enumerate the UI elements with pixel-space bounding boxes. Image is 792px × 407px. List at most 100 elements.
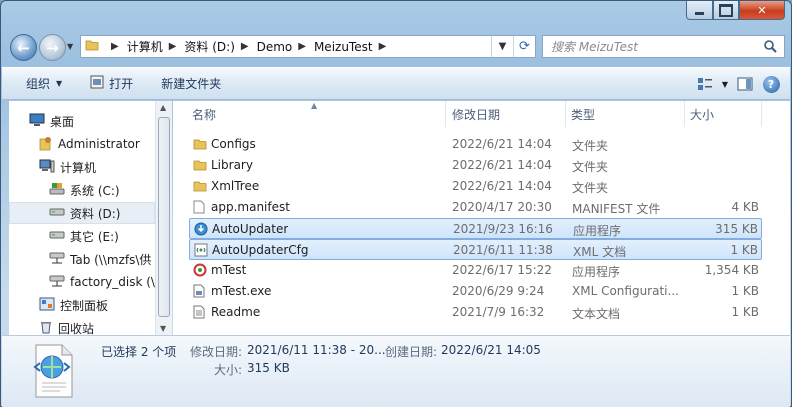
view-dropdown-icon[interactable]: ▼ [718, 73, 732, 95]
minimize-button[interactable] [686, 1, 713, 20]
xml-file-icon [194, 243, 208, 260]
nav-item-network-factory[interactable]: factory_disk (\\ [9, 271, 155, 293]
new-folder-button[interactable]: 新建文件夹 [153, 72, 229, 96]
sort-ascending-icon: ▲ [311, 101, 318, 110]
file-icon [193, 200, 205, 217]
file-row-app-manifest[interactable]: app.manifest 2020/4/17 20:30 MANIFEST 文件… [189, 197, 762, 218]
chevron-down-icon: ▼ [56, 79, 63, 88]
nav-item-drive-c[interactable]: 系统 (C:) [9, 179, 155, 201]
nav-item-label: 其它 (E:) [70, 229, 119, 244]
breadcrumb-separator[interactable]: ▶ [241, 41, 249, 52]
nav-item-administrator[interactable]: Administrator [9, 133, 155, 155]
scroll-down-icon[interactable]: ▼ [160, 324, 166, 333]
nav-item-desktop[interactable]: 桌面 [9, 110, 155, 132]
preview-pane-icon[interactable] [732, 73, 758, 95]
file-date: 2022/6/17 15:22 [452, 263, 552, 277]
nav-item-label: factory_disk (\\ [70, 275, 155, 289]
file-row-autoupdater[interactable]: AutoUpdater 2021/9/23 16:16 应用程序 315 KB [189, 218, 762, 239]
back-button[interactable]: ← [10, 34, 37, 61]
breadcrumb-demo[interactable]: Demo [257, 40, 293, 54]
nav-item-label: 计算机 [60, 160, 97, 175]
organize-label: 组织 [26, 77, 51, 91]
file-type: 文件夹 [572, 160, 609, 174]
address-bar[interactable]: ▶ 计算机 ▶ 资料 (D:) ▶ Demo ▶ MeizuTest ▶ ▼ ⟳ [80, 35, 536, 58]
file-name: mTest [211, 263, 247, 277]
recent-pages-dropdown[interactable]: ▼ [67, 42, 73, 51]
app-icon [193, 263, 207, 280]
nav-item-computer[interactable]: 计算机 [9, 156, 155, 178]
column-header-label: 类型 [571, 107, 596, 122]
desktop-icon [29, 113, 45, 130]
search-input[interactable]: 搜索 MeizuTest [542, 35, 785, 58]
organize-menu[interactable]: 组织 ▼ [18, 72, 70, 96]
file-date: 2021/6/11 11:38 [453, 243, 553, 257]
column-header-date[interactable]: 修改日期 [448, 101, 566, 127]
file-row-mtest-exe[interactable]: mTest.exe 2020/6/29 9:24 XML Configurati… [189, 281, 762, 302]
breadcrumb-meizutest[interactable]: MeizuTest [314, 40, 373, 54]
help-button[interactable]: ? [758, 73, 784, 95]
breadcrumb-separator[interactable]: ▶ [298, 41, 306, 52]
explorer-window: ✕ ← → ▼ ▶ 计算机 ▶ 资料 (D:) ▶ Demo ▶ MeizuTe… [0, 0, 792, 407]
file-type: XML Configurati... [572, 284, 679, 298]
nav-item-label: 桌面 [50, 114, 75, 129]
caption-buttons: ✕ [686, 1, 785, 20]
file-type: 文件夹 [572, 181, 609, 195]
folder-icon [85, 38, 99, 55]
nav-item-drive-d[interactable]: 资料 (D:) [9, 202, 155, 224]
file-size: 1 KB [731, 284, 759, 298]
breadcrumb-drive-d[interactable]: 资料 (D:) [184, 38, 234, 55]
breadcrumb-separator[interactable]: ▶ [169, 41, 177, 52]
nav-item-label: 系统 (C:) [70, 183, 120, 198]
size-label: 大小: [214, 363, 243, 377]
system-drive-icon [49, 182, 65, 199]
search-icon[interactable] [763, 39, 785, 56]
nav-item-label: 控制面板 [60, 298, 109, 313]
nav-item-recycle-bin[interactable]: 回收站 [9, 317, 155, 335]
file-date: 2022/6/21 14:04 [452, 137, 552, 151]
folder-icon [193, 158, 207, 175]
details-pane: 已选择 2 个项 修改日期: 2021/6/11 11:38 - 20... 创… [2, 335, 790, 407]
nav-item-drive-e[interactable]: 其它 (E:) [9, 225, 155, 247]
drive-icon [49, 229, 65, 243]
maximize-button[interactable] [713, 1, 739, 20]
command-bar: 组织 ▼ 打开 新建文件夹 ▼ ? [2, 67, 790, 100]
open-icon [90, 75, 104, 92]
refresh-icon[interactable]: ⟳ [513, 36, 535, 57]
scrollbar-thumb[interactable] [158, 117, 170, 317]
scroll-up-icon[interactable]: ▲ [160, 103, 166, 112]
breadcrumb-computer[interactable]: 计算机 [127, 38, 163, 55]
file-size: 315 KB [715, 222, 758, 236]
address-history-dropdown[interactable]: ▼ [491, 36, 513, 57]
nav-item-label: Administrator [58, 137, 140, 151]
breadcrumb-separator[interactable]: ▶ [379, 41, 387, 52]
computer-icon [39, 159, 55, 176]
file-row-configs[interactable]: Configs 2022/6/21 14:04 文件夹 [189, 134, 762, 155]
column-header-type[interactable]: 类型 [567, 101, 685, 127]
file-size: 1 KB [731, 305, 759, 319]
file-row-xmltree[interactable]: XmlTree 2022/6/21 14:04 文件夹 [189, 176, 762, 197]
help-icon: ? [762, 75, 780, 93]
view-options-icon[interactable] [692, 73, 718, 95]
selection-count: 已选择 2 个项 [101, 345, 177, 359]
file-row-library[interactable]: Library 2022/6/21 14:04 文件夹 [189, 155, 762, 176]
close-button[interactable]: ✕ [739, 1, 785, 20]
forward-button[interactable]: → [39, 34, 66, 61]
file-list: 名称 ▲ 修改日期 类型 大小 Configs 2022/6/21 14:04 … [173, 101, 790, 335]
file-name: Readme [211, 305, 261, 319]
file-name: Library [211, 158, 253, 172]
breadcrumb-separator[interactable]: ▶ [111, 41, 119, 52]
file-row-mtest[interactable]: mTest 2022/6/17 15:22 应用程序 1,354 KB [189, 260, 762, 281]
file-row-autoupdatercfg[interactable]: AutoUpdaterCfg 2021/6/11 11:38 XML 文档 1 … [189, 239, 762, 260]
nav-item-control-panel[interactable]: 控制面板 [9, 294, 155, 316]
file-row-readme[interactable]: Readme 2021/7/9 16:32 文本文档 1 KB [189, 302, 762, 323]
navigation-scrollbar[interactable]: ▲ ▼ [155, 101, 172, 335]
modified-label: 修改日期: [190, 345, 243, 359]
column-header-size[interactable]: 大小 [686, 101, 762, 127]
nav-item-label: 回收站 [58, 321, 95, 336]
network-drive-icon [49, 251, 65, 268]
column-header-name[interactable]: 名称 [189, 101, 446, 127]
file-name: XmlTree [211, 179, 260, 193]
drive-icon [49, 206, 65, 220]
open-button[interactable]: 打开 [82, 72, 141, 96]
nav-item-network-tab[interactable]: Tab (\\mzfs\供 [9, 248, 155, 270]
